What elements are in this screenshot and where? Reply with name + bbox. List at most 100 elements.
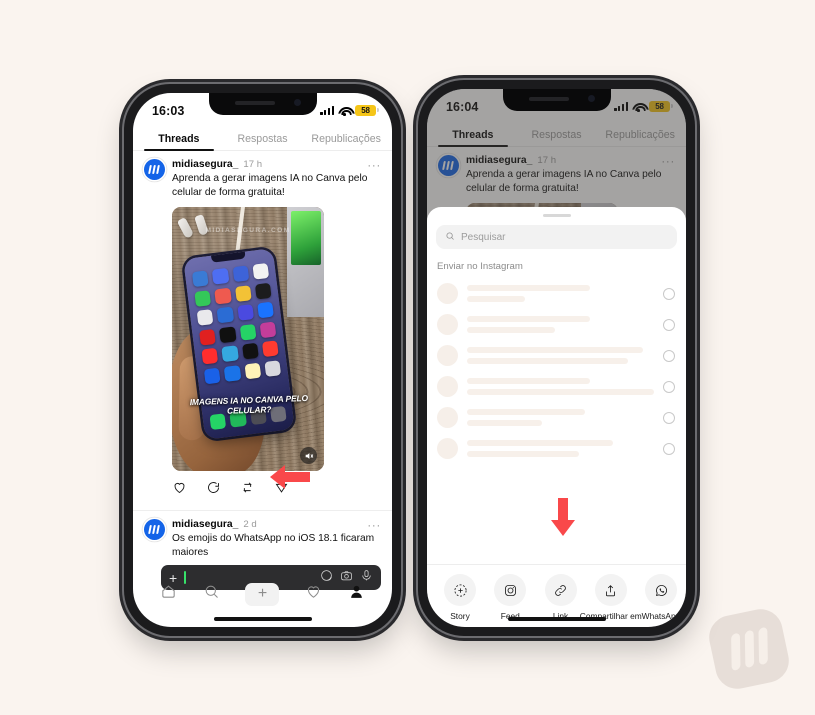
battery-low-power-icon: 58 — [355, 104, 379, 117]
avatar[interactable] — [144, 159, 165, 180]
share-label: Story — [450, 611, 470, 621]
post-body: midiasegura_ 2 d ··· Os emojis do WhatsA… — [172, 519, 381, 560]
phone-left-screen: 16:03 58 Threads Respostas Republicações — [133, 93, 392, 627]
post-timestamp: 17 h — [243, 159, 263, 170]
profile-icon[interactable] — [348, 583, 365, 605]
post-body: midiasegura_ 17 h ··· Aprenda a gerar im… — [172, 159, 381, 200]
post-text: Os emojis do WhatsApp no iOS 18.1 ficara… — [172, 533, 375, 558]
notch — [208, 93, 317, 115]
tab-respostas[interactable]: Respostas — [221, 133, 305, 150]
search-icon — [445, 231, 455, 244]
home-indicator — [507, 617, 606, 621]
status-time: 16:03 — [152, 103, 185, 118]
comment-icon[interactable] — [206, 480, 221, 500]
post-username[interactable]: midiasegura_ — [172, 519, 238, 530]
avatar — [437, 376, 458, 398]
share-link-button[interactable]: Link — [536, 574, 586, 621]
phone-left: 16:03 58 Threads Respostas Republicações — [124, 84, 401, 636]
share-feed-button[interactable]: Feed — [485, 574, 535, 621]
search-icon[interactable] — [203, 583, 220, 605]
contact-skeleton — [467, 347, 654, 365]
avatar[interactable] — [144, 519, 165, 540]
list-item[interactable] — [427, 340, 686, 371]
contact-skeleton — [467, 440, 654, 458]
speaker-grille — [234, 101, 275, 105]
bottom-nav-left[interactable]: + — [133, 577, 392, 611]
post-menu-icon[interactable]: ··· — [367, 159, 381, 171]
share-upload-icon — [594, 574, 627, 606]
post-header: midiasegura_ 2 d ··· Os emojis do WhatsA… — [144, 519, 381, 560]
select-radio[interactable] — [663, 287, 675, 300]
avatar — [437, 438, 458, 460]
contact-skeleton — [467, 316, 654, 334]
select-radio[interactable] — [663, 318, 675, 331]
app-grid — [191, 262, 282, 385]
select-radio[interactable] — [663, 411, 675, 424]
post-media[interactable]: MIDIASEGURA.COM IMAGENS IA NO CANVA PELO… — [172, 207, 324, 471]
create-plus-glyph: + — [257, 585, 268, 602]
phone-right: 16:04 58 Threads Respostas Republicações — [418, 80, 695, 636]
select-radio[interactable] — [663, 349, 675, 362]
search-placeholder: Pesquisar — [461, 231, 506, 243]
avatar — [437, 345, 458, 367]
avatar — [437, 407, 458, 429]
instagram-feed-icon — [494, 574, 527, 606]
contact-skeleton — [467, 285, 654, 303]
post-menu-icon[interactable]: ··· — [367, 519, 381, 531]
create-plus-icon[interactable]: + — [245, 582, 280, 606]
share-external-button[interactable]: Compartilhar em — [580, 574, 642, 621]
share-bottom-sheet: Pesquisar Enviar no Instagram Story Feed… — [427, 207, 686, 627]
select-radio[interactable] — [663, 442, 675, 455]
front-camera — [587, 95, 595, 102]
post-header: midiasegura_ 17 h ··· Aprenda a gerar im… — [144, 159, 381, 200]
list-item[interactable] — [427, 402, 686, 433]
battery-percent: 58 — [361, 106, 370, 115]
tab-threads[interactable]: Threads — [137, 133, 221, 151]
laptop-edge — [287, 207, 324, 317]
cellular-bars-icon — [320, 106, 334, 115]
select-radio[interactable] — [663, 380, 675, 393]
status-indicators: 58 — [320, 104, 379, 117]
like-icon[interactable] — [172, 480, 187, 500]
tab-republicacoes[interactable]: Republicações — [304, 133, 388, 150]
post-meta: midiasegura_ 17 h ··· — [172, 159, 381, 171]
home-icon[interactable] — [160, 583, 177, 605]
post-actions[interactable] — [144, 471, 381, 510]
avatar — [437, 283, 458, 305]
post-item[interactable]: midiasegura_ 2 d ··· Os emojis do WhatsA… — [133, 511, 392, 560]
search-input[interactable]: Pesquisar — [436, 225, 677, 250]
front-camera — [293, 99, 301, 106]
add-to-story-icon — [444, 574, 476, 606]
section-title: Enviar no Instagram — [437, 261, 523, 273]
wifi-icon — [338, 106, 351, 116]
activity-heart-icon[interactable] — [305, 583, 322, 605]
media-watermark: MIDIASEGURA.COM — [205, 227, 291, 234]
link-chain-icon — [544, 574, 577, 606]
notch — [502, 89, 611, 111]
feed-left: midiasegura_ 17 h ··· Aprenda a gerar im… — [133, 151, 392, 590]
list-item[interactable] — [427, 433, 686, 464]
contact-skeleton — [467, 409, 654, 427]
contact-skeleton — [467, 378, 654, 396]
post-timestamp: 2 d — [243, 519, 257, 530]
left-pointing-arrow — [270, 462, 310, 492]
list-item[interactable] — [427, 371, 686, 402]
post-meta: midiasegura_ 2 d ··· — [172, 519, 381, 531]
laptop-screen — [291, 211, 321, 265]
feed-tabs-left[interactable]: Threads Respostas Republicações — [133, 123, 392, 151]
home-indicator — [213, 617, 312, 621]
post-username[interactable]: midiasegura_ — [172, 159, 238, 170]
repost-icon[interactable] — [240, 480, 255, 500]
screenshot-canvas: 16:03 58 Threads Respostas Republicações — [0, 0, 815, 715]
list-item[interactable] — [427, 278, 686, 309]
sheet-drag-handle[interactable] — [542, 214, 571, 218]
list-item[interactable] — [427, 309, 686, 340]
down-pointing-arrow — [548, 498, 578, 536]
phone-right-screen: 16:04 58 Threads Respostas Republicações — [427, 89, 686, 627]
post-item[interactable]: midiasegura_ 17 h ··· Aprenda a gerar im… — [133, 151, 392, 510]
speaker-grille — [528, 97, 569, 101]
avatar — [437, 314, 458, 336]
whatsapp-icon — [645, 574, 677, 606]
post-text: Aprenda a gerar imagens IA no Canva pelo… — [172, 173, 368, 198]
share-story-button[interactable]: Story — [435, 574, 485, 621]
